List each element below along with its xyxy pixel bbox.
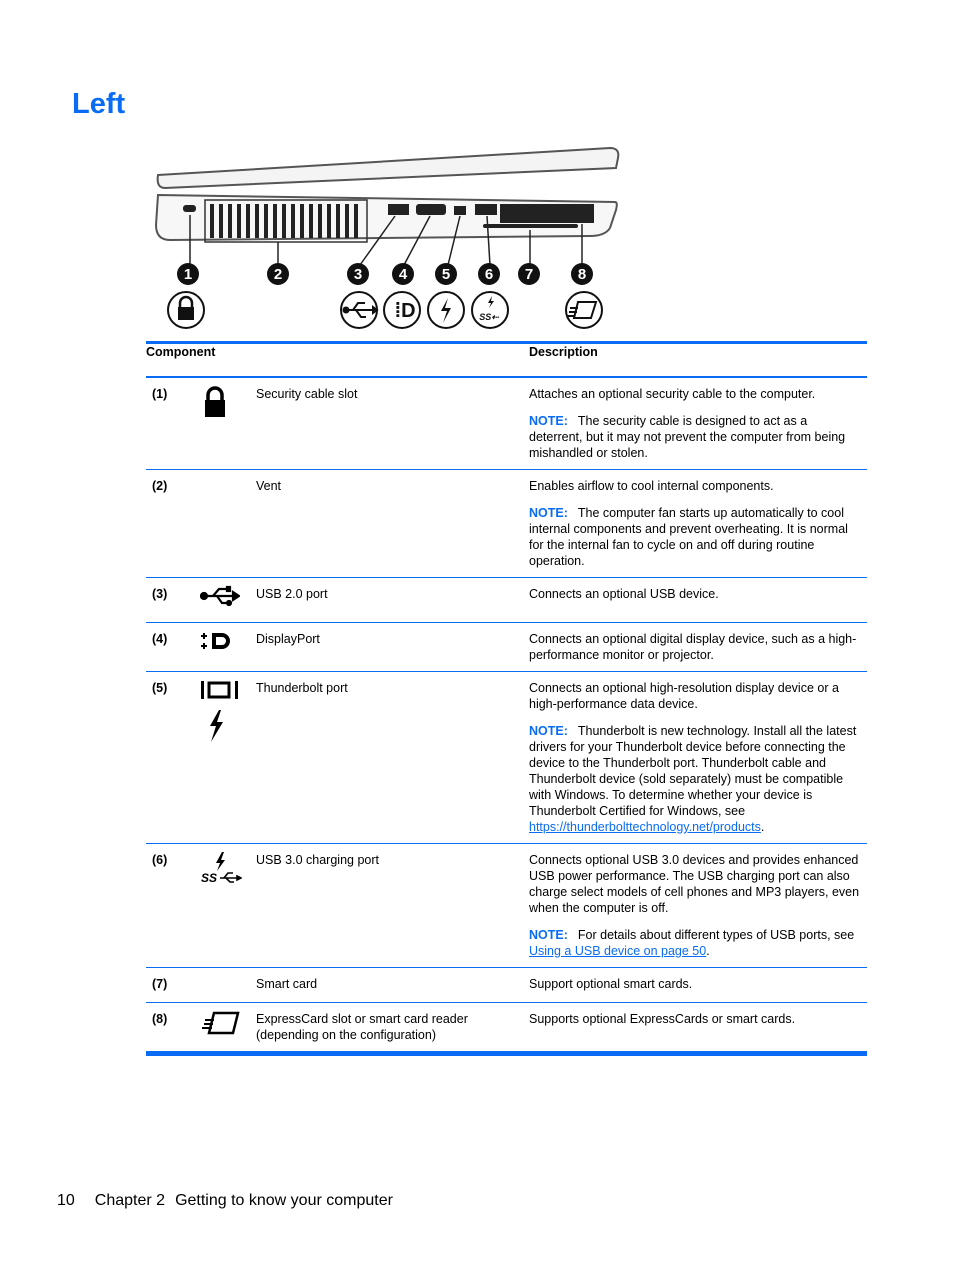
callout-5: 5 [435, 263, 457, 285]
svg-text:7: 7 [525, 266, 533, 283]
svg-text:SS: SS [201, 871, 217, 885]
table-row: (3) USB 2.0 port Connects an optional US… [146, 578, 867, 623]
note-suffix: . [760, 820, 765, 834]
note: NOTE: The security cable is designed to a… [529, 413, 863, 461]
row-number: (6) [152, 853, 168, 867]
note-label: NOTE: [529, 414, 568, 428]
callout-6: 6 [478, 263, 500, 285]
svg-text:2: 2 [274, 266, 282, 283]
security-slot [183, 205, 196, 212]
svg-text:4: 4 [399, 266, 408, 283]
callout-3: 3 [347, 263, 369, 285]
callout-1: 1 [177, 263, 199, 285]
page-footer: 10 Chapter 2 Getting to know your computer [57, 1192, 403, 1210]
thunderbolt-display-icon [201, 681, 238, 699]
note: NOTE: Thunderbolt is new technology. Inst… [529, 723, 863, 835]
component-description: Connects optional USB 3.0 devices and pr… [529, 853, 860, 915]
displayport-icon [201, 633, 230, 649]
thunderbolt-products-link[interactable]: https://thunderbolttechnology.net/produc… [529, 820, 761, 834]
svg-text:SS⇠: SS⇠ [479, 312, 500, 322]
svg-text:1: 1 [184, 266, 192, 283]
expresscard-icon [568, 301, 598, 319]
component-description: Supports optional ExpressCards or smart … [529, 1012, 796, 1026]
usb-device-page-link[interactable]: Using a USB device on page 50 [529, 944, 706, 958]
usb3-charging-icon: SS [201, 852, 242, 885]
callout-2: 2 [267, 263, 289, 285]
table-header-row: Component Description [146, 342, 867, 377]
svg-text:5: 5 [442, 266, 450, 283]
component-name: Vent [256, 479, 282, 493]
component-name: Smart card [256, 977, 318, 991]
table-row: (4) DisplayPort Connects an optional dig… [146, 623, 867, 672]
note-text: Thunderbolt is new technology. Install a… [529, 724, 857, 818]
chapter-label: Chapter 2 [94, 1192, 166, 1209]
usb-icon [200, 585, 240, 607]
svg-text:8: 8 [578, 266, 586, 283]
component-name: Security cable slot [256, 387, 358, 401]
header-component: Component [146, 345, 216, 359]
table-row: (8) ExpressCard slot or smart card reade… [146, 1003, 867, 1054]
component-description: Support optional smart cards. [529, 977, 693, 991]
page-number: 10 [57, 1192, 75, 1209]
component-name: USB 3.0 charging port [256, 853, 379, 867]
lock-icon [205, 386, 225, 417]
note-text: The security cable is designed to act as… [529, 414, 846, 460]
usb-icon [342, 302, 379, 318]
lock-icon [178, 295, 194, 320]
chapter-title: Getting to know your computer [175, 1192, 393, 1209]
row-number: (3) [152, 587, 168, 601]
row-number: (7) [152, 977, 168, 991]
svg-text:3: 3 [354, 266, 362, 283]
note-label: NOTE: [529, 506, 568, 520]
table-row: (6) SS USB 3.0 charging port Connects op… [146, 844, 867, 968]
header-description: Description [529, 345, 598, 359]
row-number: (5) [152, 681, 168, 695]
thunderbolt-icon [441, 298, 451, 323]
row-number: (4) [152, 632, 168, 646]
displayport-icon: ⁞D [394, 300, 415, 322]
note-label: NOTE: [529, 724, 568, 738]
note-text: For details about different types of USB… [577, 928, 855, 942]
callout-7: 7 [518, 263, 540, 285]
component-description: Enables airflow to cool internal compone… [529, 479, 774, 493]
component-name: USB 2.0 port [256, 587, 328, 601]
svg-text:6: 6 [485, 266, 493, 283]
component-description: Connects an optional digital display dev… [529, 632, 857, 662]
component-description: Connects an optional USB device. [529, 587, 719, 601]
row-number: (8) [152, 1012, 168, 1026]
table-row: (7) Smart card Support optional smart ca… [146, 968, 867, 1003]
table-row: (2) Vent Enables airflow to cool interna… [146, 470, 867, 578]
note-text: The computer fan starts up automatically… [529, 506, 848, 568]
component-name: ExpressCard slot or smart card reader (d… [256, 1012, 468, 1042]
callout-8: 8 [571, 263, 593, 285]
thunderbolt-icon [210, 710, 223, 742]
component-name: DisplayPort [256, 632, 320, 646]
page-title: Left [72, 88, 126, 120]
note-label: NOTE: [529, 928, 568, 942]
component-description: Attaches an optional security cable to t… [529, 387, 816, 401]
row-number: (1) [152, 387, 168, 401]
component-description: Connects an optional high-resolution dis… [529, 681, 839, 711]
usb3-charging-icon: SS⇠ [479, 296, 500, 322]
note: NOTE: The computer fan starts up automati… [529, 505, 863, 569]
table-row: (1) Security cable slot Attaches an opti… [146, 377, 867, 470]
note-suffix: . [706, 944, 710, 958]
expresscard-icon [202, 1011, 240, 1035]
component-name: Thunderbolt port [256, 681, 348, 695]
svg-text:⁞D: ⁞D [394, 300, 415, 322]
table-row: (5) Thunderbolt port Connects an optiona… [146, 672, 867, 844]
components-table: Component Description (1) Security cable… [146, 341, 867, 1056]
note: NOTE: For details about different types o… [529, 927, 863, 959]
laptop-illustration: 1 2 3 4 5 6 7 8 ⁞D SS⇠ [154, 146, 620, 329]
row-number: (2) [152, 479, 168, 493]
callout-4: 4 [392, 263, 414, 285]
laptop-left-side-figure: 1 2 3 4 5 6 7 8 ⁞D SS⇠ [150, 140, 630, 340]
